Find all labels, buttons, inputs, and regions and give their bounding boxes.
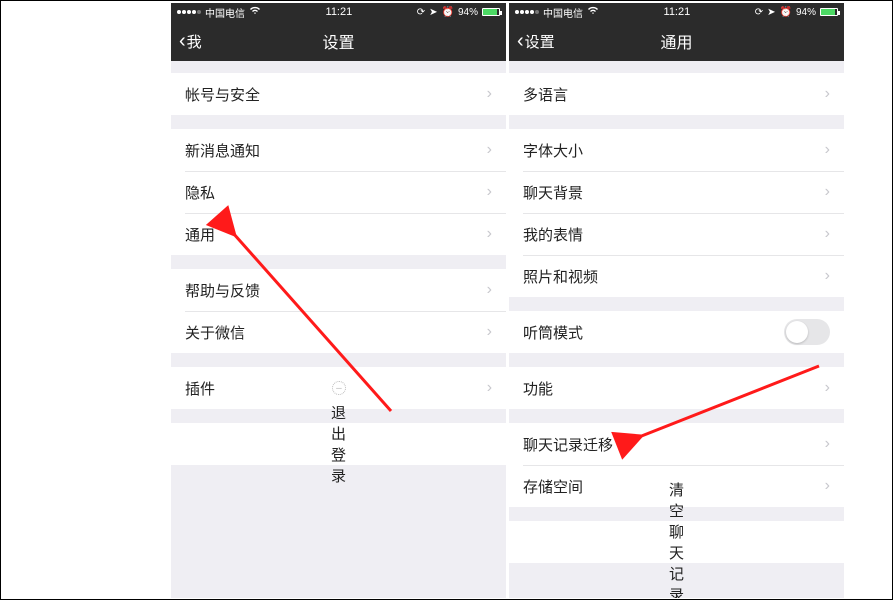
- battery-icon: [820, 8, 838, 16]
- cell-退出登录[interactable]: 退出登录: [171, 423, 506, 465]
- cell-label: 新消息通知: [185, 140, 487, 161]
- cell-帐号与安全[interactable]: 帐号与安全›: [171, 73, 506, 115]
- cell-新消息通知[interactable]: 新消息通知›: [171, 129, 506, 171]
- list-group: 退出登录: [171, 423, 506, 465]
- cell-聊天记录迁移[interactable]: 聊天记录迁移›: [509, 423, 844, 465]
- cell-多语言[interactable]: 多语言›: [509, 73, 844, 115]
- chevron-right-icon: ›: [487, 379, 492, 397]
- chevron-right-icon: ›: [487, 85, 492, 103]
- alarm-icon: ⏰: [780, 7, 792, 18]
- chevron-right-icon: ›: [487, 183, 492, 201]
- list-group: 新消息通知›隐私›通用›: [171, 129, 506, 255]
- location-icon: ➤: [429, 7, 437, 18]
- page-title: 通用: [660, 29, 692, 53]
- cell-label: 多语言: [523, 84, 825, 105]
- chevron-left-icon: ‹: [179, 30, 186, 53]
- cell-听筒模式[interactable]: 听筒模式: [509, 311, 844, 353]
- cell-label: 通用: [185, 224, 487, 245]
- cell-label: 插件: [185, 378, 326, 399]
- cell-字体大小[interactable]: 字体大小›: [509, 129, 844, 171]
- list-group: 听筒模式: [509, 311, 844, 353]
- cell-label: 退出登录: [331, 402, 346, 486]
- chevron-right-icon: ›: [487, 281, 492, 299]
- cell-label: 清空聊天记录: [669, 479, 684, 598]
- cell-我的表情[interactable]: 我的表情›: [509, 213, 844, 255]
- chevron-right-icon: ›: [487, 225, 492, 243]
- nav-bar: ‹ 设置 通用: [509, 21, 844, 61]
- list-group: 帮助与反馈›关于微信›: [171, 269, 506, 353]
- page-title: 设置: [322, 29, 354, 53]
- chevron-right-icon: ›: [825, 267, 830, 285]
- battery-label: 94%: [796, 7, 816, 18]
- battery-icon: [482, 8, 500, 16]
- cell-label: 照片和视频: [523, 266, 825, 287]
- chevron-right-icon: ›: [825, 435, 830, 453]
- clock-label: 11:21: [326, 6, 353, 18]
- cell-label: 我的表情: [523, 224, 825, 245]
- signal-dots-icon: [177, 10, 201, 14]
- location-icon: ➤: [767, 7, 775, 18]
- cell-label: 帐号与安全: [185, 84, 487, 105]
- cell-label: 隐私: [185, 182, 487, 203]
- chevron-right-icon: ›: [825, 379, 830, 397]
- wifi-icon: [249, 6, 261, 18]
- back-button[interactable]: ‹ 设置: [517, 21, 555, 61]
- cell-帮助与反馈[interactable]: 帮助与反馈›: [171, 269, 506, 311]
- cell-关于微信[interactable]: 关于微信›: [171, 311, 506, 353]
- clock-label: 11:21: [664, 6, 691, 18]
- carrier-label: 中国电信: [543, 5, 583, 20]
- chevron-left-icon: ‹: [517, 30, 524, 53]
- wifi-icon: [587, 6, 599, 18]
- cell-功能[interactable]: 功能›: [509, 367, 844, 409]
- phone-settings: 中国电信 11:21 ⟳ ➤ ⏰ 94% ‹ 我 设置 帐号与安全›新消息通知›…: [171, 3, 506, 598]
- chevron-right-icon: ›: [487, 141, 492, 159]
- cell-label: 功能: [523, 378, 825, 399]
- cell-label: 字体大小: [523, 140, 825, 161]
- nav-bar: ‹ 我 设置: [171, 21, 506, 61]
- settings-list: 帐号与安全›新消息通知›隐私›通用›帮助与反馈›关于微信›插件–›退出登录: [171, 73, 506, 465]
- back-label: 我: [187, 31, 202, 52]
- rotation-lock-icon: ⟳: [755, 7, 763, 18]
- rotation-lock-icon: ⟳: [417, 7, 425, 18]
- cell-label: 聊天记录迁移: [523, 434, 825, 455]
- cell-通用[interactable]: 通用›: [171, 213, 506, 255]
- battery-label: 94%: [458, 7, 478, 18]
- chevron-right-icon: ›: [825, 141, 830, 159]
- chevron-right-icon: ›: [825, 183, 830, 201]
- list-group: 清空聊天记录: [509, 521, 844, 563]
- back-label: 设置: [525, 31, 555, 52]
- cell-label: 帮助与反馈: [185, 280, 487, 301]
- list-group: 多语言›: [509, 73, 844, 115]
- carrier-label: 中国电信: [205, 5, 245, 20]
- back-button[interactable]: ‹ 我: [179, 21, 202, 61]
- list-group: 功能›: [509, 367, 844, 409]
- chevron-right-icon: ›: [487, 323, 492, 341]
- signal-dots-icon: [515, 10, 539, 14]
- chevron-right-icon: ›: [825, 477, 830, 495]
- cell-清空聊天记录[interactable]: 清空聊天记录: [509, 521, 844, 563]
- chevron-right-icon: ›: [825, 225, 830, 243]
- plugin-badge-icon: –: [332, 381, 346, 395]
- phone-general: 中国电信 11:21 ⟳ ➤ ⏰ 94% ‹ 设置 通用 多语言›字体大小›聊天…: [509, 3, 844, 598]
- chevron-right-icon: ›: [825, 85, 830, 103]
- status-bar: 中国电信 11:21 ⟳ ➤ ⏰ 94%: [171, 3, 506, 21]
- list-group: 帐号与安全›: [171, 73, 506, 115]
- cell-隐私[interactable]: 隐私›: [171, 171, 506, 213]
- cell-聊天背景[interactable]: 聊天背景›: [509, 171, 844, 213]
- alarm-icon: ⏰: [442, 7, 454, 18]
- cell-label: 关于微信: [185, 322, 487, 343]
- general-list: 多语言›字体大小›聊天背景›我的表情›照片和视频›听筒模式功能›聊天记录迁移›存…: [509, 73, 844, 563]
- list-group: 字体大小›聊天背景›我的表情›照片和视频›: [509, 129, 844, 297]
- cell-label: 听筒模式: [523, 322, 784, 343]
- cell-label: 聊天背景: [523, 182, 825, 203]
- toggle-switch[interactable]: [784, 319, 830, 345]
- cell-照片和视频[interactable]: 照片和视频›: [509, 255, 844, 297]
- status-bar: 中国电信 11:21 ⟳ ➤ ⏰ 94%: [509, 3, 844, 21]
